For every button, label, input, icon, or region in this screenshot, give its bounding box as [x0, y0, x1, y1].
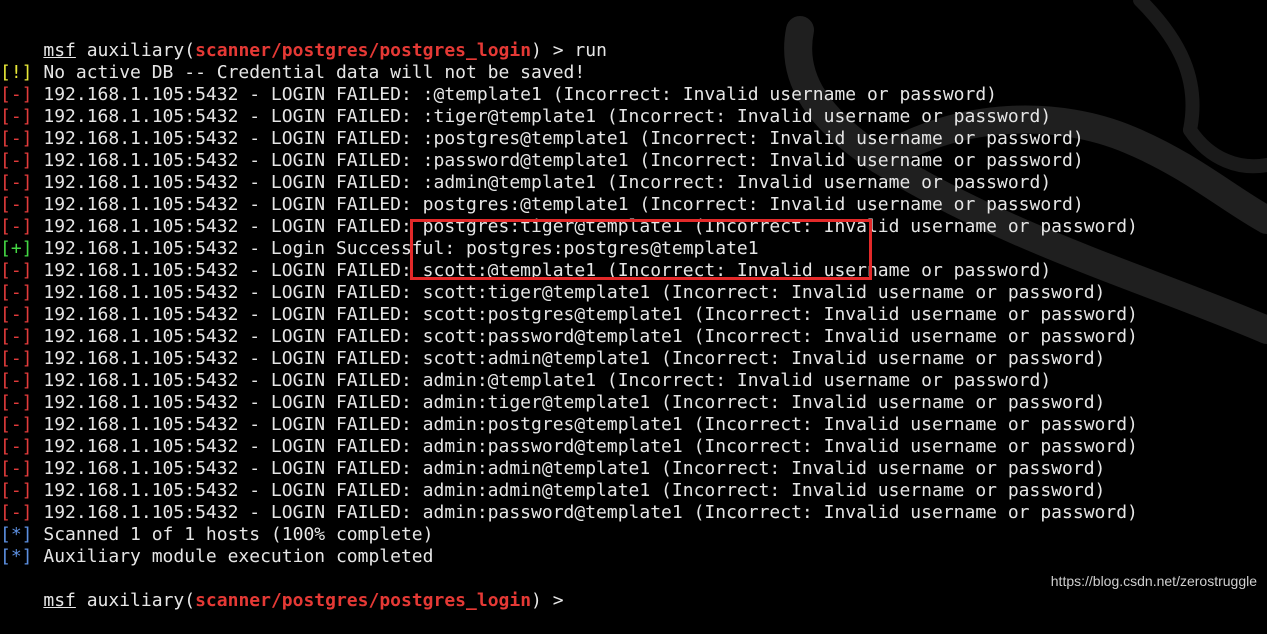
- fail-tag: [-]: [0, 172, 33, 193]
- output-text: 192.168.1.105:5432 - LOGIN FAILED: :post…: [32, 128, 1084, 149]
- output-text: 192.168.1.105:5432 - LOGIN FAILED: :@tem…: [32, 84, 998, 105]
- watermark-text: https://blog.csdn.net/zerostruggle: [1050, 573, 1257, 589]
- aux-prefix: auxiliary(: [75, 40, 196, 61]
- fail-tag: [-]: [0, 502, 33, 523]
- fail-tag: [-]: [0, 436, 33, 457]
- highlight-box: [410, 219, 872, 280]
- output-line: [-] 192.168.1.105:5432 - LOGIN FAILED: s…: [0, 348, 1267, 370]
- output-line: [!] No active DB -- Credential data will…: [0, 62, 1267, 84]
- fail-tag: [-]: [0, 458, 33, 479]
- output-text: No active DB -- Credential data will not…: [32, 62, 586, 83]
- output-text: 192.168.1.105:5432 - LOGIN FAILED: :pass…: [32, 150, 1084, 171]
- warn-tag: [!]: [0, 62, 33, 83]
- info-tag: [*]: [0, 524, 33, 545]
- output-text: 192.168.1.105:5432 - LOGIN FAILED: :admi…: [32, 172, 1052, 193]
- output-text: 192.168.1.105:5432 - LOGIN FAILED: admin…: [32, 370, 1052, 391]
- prompt-symbol: ) >: [531, 590, 575, 611]
- fail-tag: [-]: [0, 392, 33, 413]
- terminal-window[interactable]: msf auxiliary(scanner/postgres/postgres_…: [0, 0, 1267, 611]
- output-line: [-] 192.168.1.105:5432 - LOGIN FAILED: a…: [0, 436, 1267, 458]
- fail-tag: [-]: [0, 414, 33, 435]
- info-tag: [*]: [0, 546, 33, 567]
- output-line: [-] 192.168.1.105:5432 - LOGIN FAILED: :…: [0, 106, 1267, 128]
- msf-label: msf: [43, 40, 76, 61]
- output-line: [-] 192.168.1.105:5432 - LOGIN FAILED: s…: [0, 282, 1267, 304]
- output-text: 192.168.1.105:5432 - LOGIN FAILED: admin…: [32, 392, 1106, 413]
- fail-tag: [-]: [0, 128, 33, 149]
- output-text: 192.168.1.105:5432 - LOGIN FAILED: :tige…: [32, 106, 1052, 127]
- output-line: [*] Scanned 1 of 1 hosts (100% complete): [0, 524, 1267, 546]
- fail-tag: [-]: [0, 348, 33, 369]
- aux-prefix: auxiliary(: [75, 590, 196, 611]
- output-line: [-] 192.168.1.105:5432 - LOGIN FAILED: a…: [0, 480, 1267, 502]
- output-text: 192.168.1.105:5432 - LOGIN FAILED: scott…: [32, 304, 1138, 325]
- output-line: [-] 192.168.1.105:5432 - LOGIN FAILED: a…: [0, 370, 1267, 392]
- fail-tag: [-]: [0, 84, 33, 105]
- output-text: 192.168.1.105:5432 - LOGIN FAILED: postg…: [32, 194, 1084, 215]
- output-line: [-] 192.168.1.105:5432 - LOGIN FAILED: :…: [0, 172, 1267, 194]
- output-text: Auxiliary module execution completed: [32, 546, 434, 567]
- output-text: 192.168.1.105:5432 - LOGIN FAILED: scott…: [32, 282, 1106, 303]
- output-line: [-] 192.168.1.105:5432 - LOGIN FAILED: a…: [0, 414, 1267, 436]
- output-line: [-] 192.168.1.105:5432 - LOGIN FAILED: a…: [0, 392, 1267, 414]
- fail-tag: [-]: [0, 480, 33, 501]
- fail-tag: [-]: [0, 326, 33, 347]
- output-text: 192.168.1.105:5432 - LOGIN FAILED: scott…: [32, 348, 1106, 369]
- output-text: 192.168.1.105:5432 - LOGIN FAILED: admin…: [32, 436, 1138, 457]
- module-name: scanner/postgres/postgres_login: [195, 590, 532, 611]
- run-command: ) > run: [531, 40, 607, 61]
- output-line: [-] 192.168.1.105:5432 - LOGIN FAILED: :…: [0, 150, 1267, 172]
- output-text: Scanned 1 of 1 hosts (100% complete): [32, 524, 434, 545]
- fail-tag: [-]: [0, 282, 33, 303]
- fail-tag: [-]: [0, 150, 33, 171]
- output-line: [-] 192.168.1.105:5432 - LOGIN FAILED: s…: [0, 304, 1267, 326]
- output-line: [-] 192.168.1.105:5432 - LOGIN FAILED: p…: [0, 194, 1267, 216]
- output-text: 192.168.1.105:5432 - LOGIN FAILED: admin…: [32, 502, 1138, 523]
- output-line: [*] Auxiliary module execution completed: [0, 546, 1267, 568]
- output-text: 192.168.1.105:5432 - LOGIN FAILED: admin…: [32, 414, 1138, 435]
- fail-tag: [-]: [0, 194, 33, 215]
- output-line: [-] 192.168.1.105:5432 - LOGIN FAILED: a…: [0, 502, 1267, 524]
- fail-tag: [-]: [0, 260, 33, 281]
- output-text: 192.168.1.105:5432 - LOGIN FAILED: admin…: [32, 480, 1106, 501]
- fail-tag: [-]: [0, 216, 33, 237]
- module-name: scanner/postgres/postgres_login: [195, 40, 532, 61]
- fail-tag: [-]: [0, 106, 33, 127]
- output-text: 192.168.1.105:5432 - LOGIN FAILED: admin…: [32, 458, 1106, 479]
- output-line: [-] 192.168.1.105:5432 - LOGIN FAILED: s…: [0, 326, 1267, 348]
- msf-label: msf: [43, 590, 76, 611]
- fail-tag: [-]: [0, 304, 33, 325]
- output-line: [-] 192.168.1.105:5432 - LOGIN FAILED: a…: [0, 458, 1267, 480]
- output-text: 192.168.1.105:5432 - LOGIN FAILED: scott…: [32, 326, 1138, 347]
- output-line: [-] 192.168.1.105:5432 - LOGIN FAILED: :…: [0, 128, 1267, 150]
- output-line: [-] 192.168.1.105:5432 - LOGIN FAILED: :…: [0, 84, 1267, 106]
- fail-tag: [-]: [0, 370, 33, 391]
- success-tag: [+]: [0, 238, 33, 259]
- prompt-run-line: msf auxiliary(scanner/postgres/postgres_…: [0, 18, 1267, 61]
